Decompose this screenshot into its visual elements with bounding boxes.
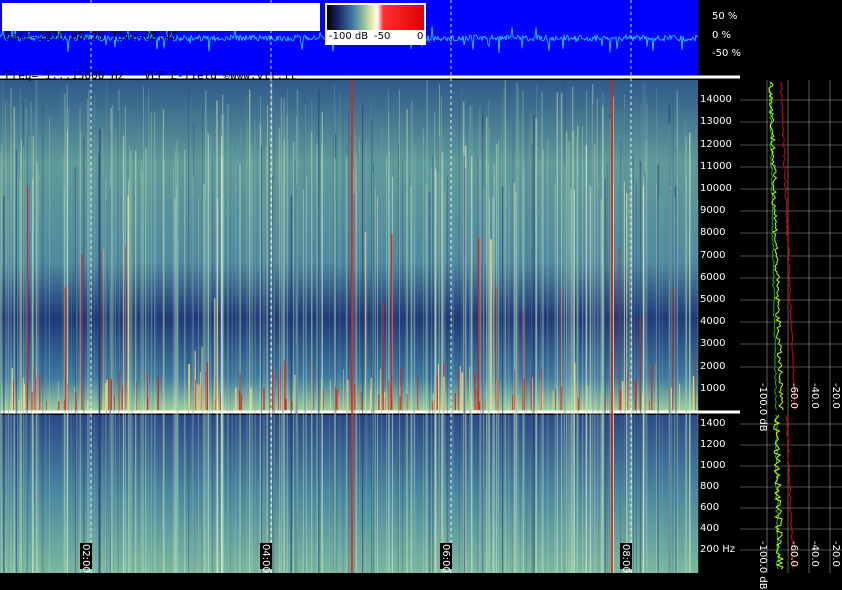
db-tick-label: -100.0 dB bbox=[757, 383, 768, 432]
lowfreq-tick-label: 1200 bbox=[700, 439, 726, 450]
freq-tick-label: 11000 bbox=[700, 161, 732, 172]
header-info: Date=2026-08-20 Time=08:45 Freq= 1...150… bbox=[2, 3, 320, 82]
freq-tick-label: 7000 bbox=[700, 250, 726, 261]
freq-tick-label: 12000 bbox=[700, 139, 732, 150]
colorbar-label-min: -100 dB bbox=[329, 31, 369, 42]
time-tick-label: 02:00 bbox=[80, 543, 92, 573]
lowfreq-tick-label: 1000 bbox=[700, 460, 726, 471]
colorbar-gradient bbox=[327, 5, 424, 30]
freq-tick-label: 1000 bbox=[700, 383, 726, 394]
freq-tick-label: 5000 bbox=[700, 294, 726, 305]
time-tick-text: 06:00 bbox=[440, 544, 451, 573]
freq-tick-label: 13000 bbox=[700, 116, 732, 127]
freq-tick-label: 6000 bbox=[700, 272, 726, 283]
db-tick-label: -60.0 bbox=[788, 383, 799, 409]
time-tick-text: 04:00 bbox=[260, 544, 271, 573]
waveform-label-top: 50 % bbox=[712, 11, 738, 22]
waveform-label-bottom: -50 % bbox=[712, 48, 742, 59]
freq-tick-label: 2000 bbox=[700, 361, 726, 372]
freq-tick-label: 9000 bbox=[700, 205, 726, 216]
colorbar-label-mid: -50 bbox=[374, 31, 391, 42]
lowfreq-tick-label: 600 bbox=[700, 502, 720, 513]
date-time-line: Date=2026-08-20 Time=08:45 bbox=[5, 30, 178, 43]
db-tick-label: -20.0 bbox=[830, 383, 841, 409]
lowfreq-tick-label: 1400 bbox=[700, 418, 726, 429]
time-tick-label: 04:00 bbox=[260, 543, 272, 573]
freq-tick-label: 3000 bbox=[700, 338, 726, 349]
colorbar-label-max: 0 bbox=[417, 31, 424, 42]
db-tick-label-low: -40.0 bbox=[809, 541, 820, 567]
time-tick-label: 08:00 bbox=[620, 543, 632, 573]
freq-tick-label: 8000 bbox=[700, 227, 726, 238]
time-tick-text: 02:00 bbox=[80, 544, 91, 573]
freq-tick-label: 10000 bbox=[700, 183, 732, 194]
lowfreq-tick-label: 800 bbox=[700, 481, 720, 492]
freq-tick-label: 4000 bbox=[700, 316, 726, 327]
time-tick-label: 06:00 bbox=[440, 543, 452, 573]
lowfreq-tick-label: 200 Hz bbox=[700, 544, 736, 555]
waveform-label-zero: 0 % bbox=[712, 30, 732, 41]
lowfreq-tick-label: 400 bbox=[700, 523, 720, 534]
db-tick-label-low: -20.0 bbox=[830, 541, 841, 567]
freq-tick-label: 14000 bbox=[700, 94, 732, 105]
db-tick-label-low: -100.0 dB bbox=[757, 541, 768, 590]
time-tick-text: 08:00 bbox=[620, 544, 631, 573]
frequency-line: Freq= 1...15000 Hz VLF E-field ©www.vlf.… bbox=[5, 69, 297, 82]
db-tick-label: -40.0 bbox=[809, 383, 820, 409]
db-tick-label-low: -60.0 bbox=[788, 541, 799, 567]
